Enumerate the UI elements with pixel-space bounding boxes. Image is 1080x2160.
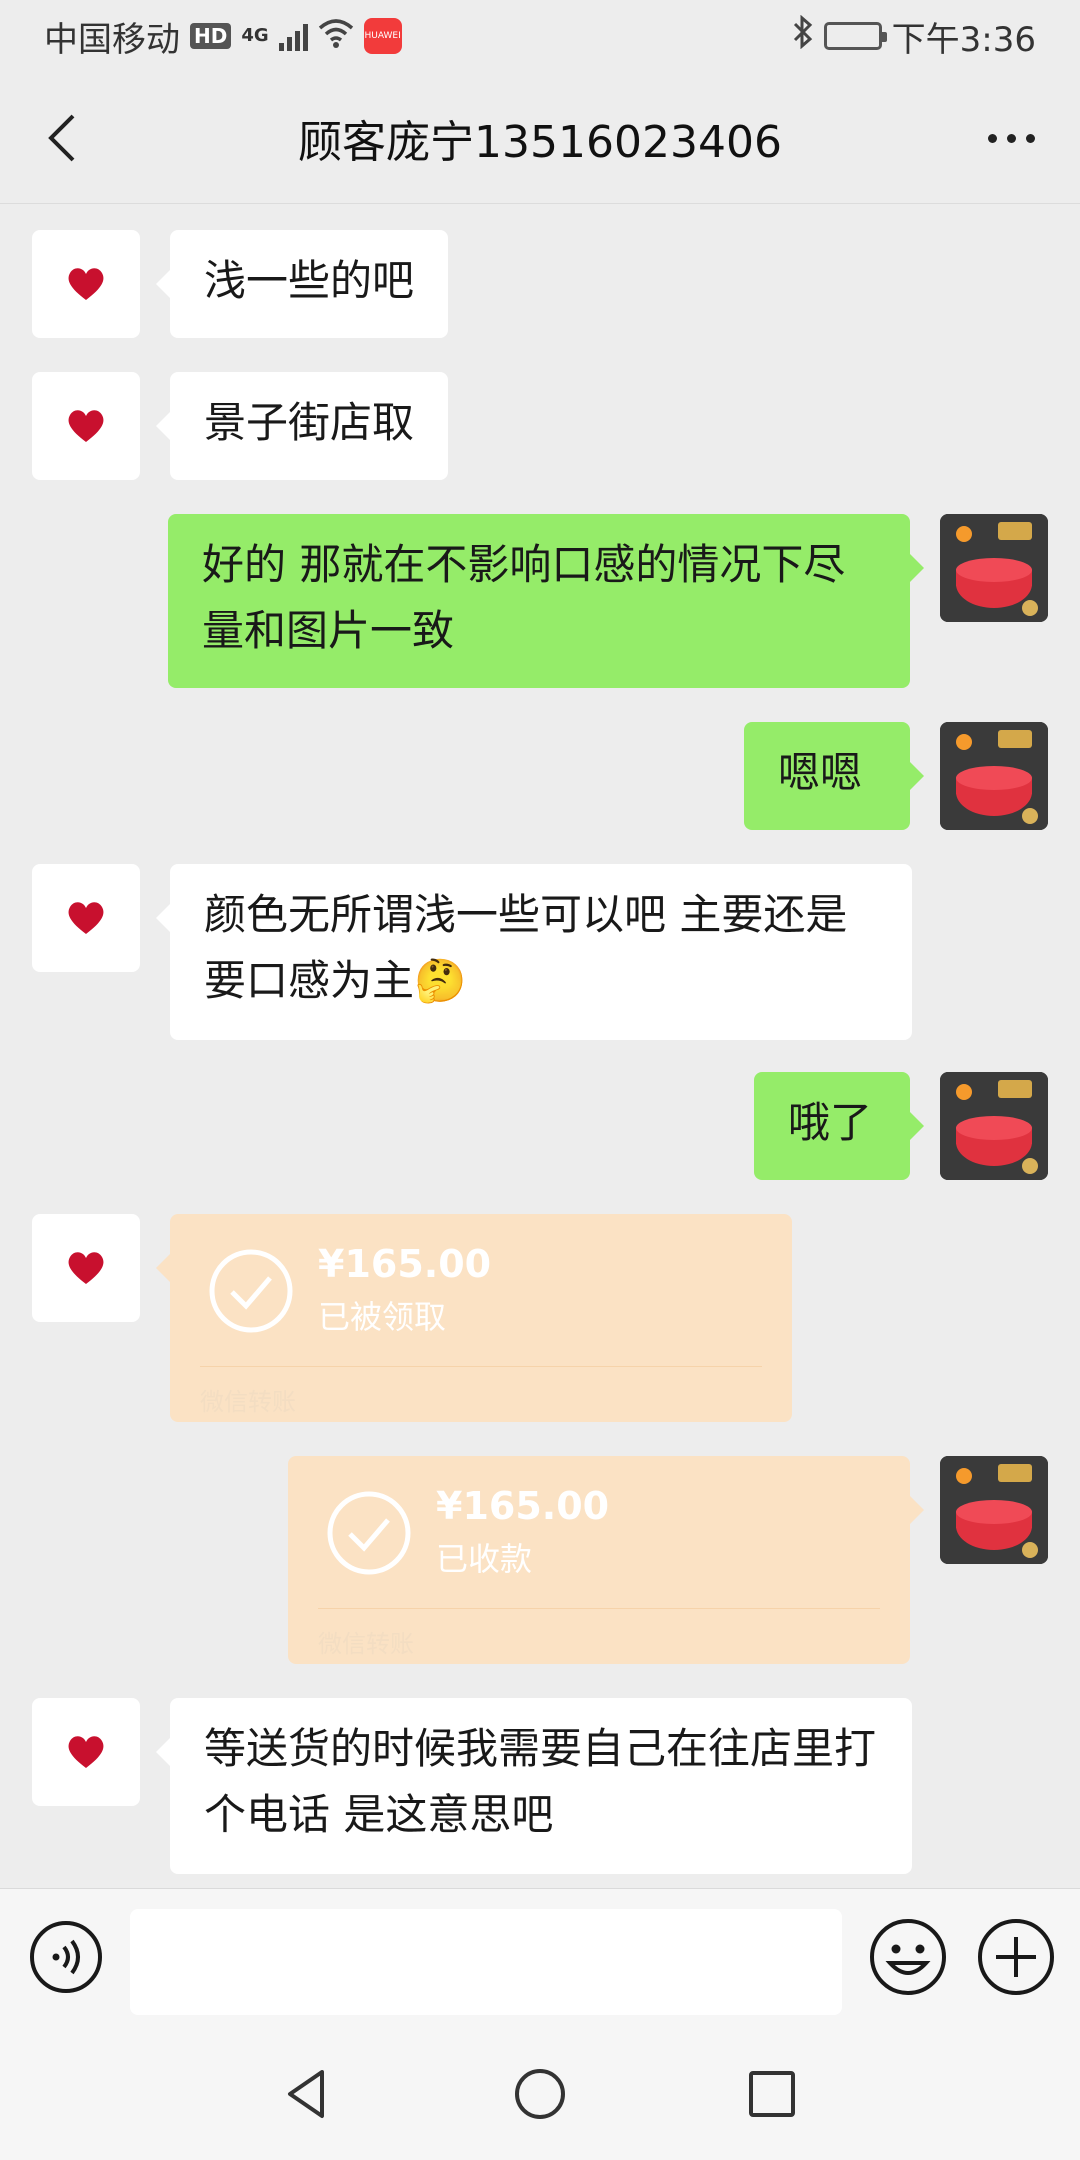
transfer-label: 微信转账 [200,1388,296,1416]
carrier-name: 中国移动 [44,19,180,60]
check-circle-icon [209,1249,293,1333]
voice-icon[interactable] [28,1919,104,1995]
message-text: 好的 那就在不影响口感的情况下尽量和图片一致 [202,540,846,655]
input-bar [0,1888,1080,2022]
message-bubble-incoming[interactable]: 等送货的时候我需要自己在往店里打个电话 是这意思吧 [156,1698,912,1874]
system-navigation-bar [0,2022,1080,2160]
cake-image-icon [940,514,1048,622]
nav-recent-icon[interactable] [744,2066,800,2122]
nav-home-icon[interactable] [512,2066,568,2122]
chat-header: 顾客庞宁13516023406 [0,72,1080,204]
contact-avatar[interactable] [32,1214,140,1322]
cake-image-icon [940,1456,1048,1564]
message-text: 景子街店取 [204,398,415,447]
hd-badge: HD [190,23,232,49]
message-bubble-incoming[interactable]: 景子街店取 [155,372,449,480]
my-avatar[interactable] [940,1456,1048,1564]
contact-avatar[interactable] [32,372,140,480]
heart-icon [68,268,104,300]
message-bubble-outgoing[interactable]: 好的 那就在不影响口感的情况下尽量和图片一致 [168,514,924,688]
heart-icon [68,1252,104,1284]
cake-image-icon [940,722,1048,830]
transfer-amount: ¥165.00 [436,1484,610,1528]
message-bubble-outgoing[interactable]: 嗯嗯 [744,722,924,830]
contact-avatar[interactable] [32,230,140,338]
signal-icon [278,21,308,51]
transfer-card-incoming[interactable]: ¥165.00 已被领取 微信转账 [156,1214,792,1422]
plus-icon[interactable] [976,1917,1056,1997]
check-circle-icon [327,1491,411,1575]
transfer-status: 已被领取 [318,1298,447,1336]
transfer-amount: ¥165.00 [318,1242,492,1286]
my-avatar[interactable] [940,514,1048,622]
message-text: 哦了 [788,1098,873,1147]
message-text: 嗯嗯 [778,748,863,797]
huawei-app-icon: HUAWEI [363,18,402,54]
heart-icon [68,410,104,442]
message-text: 等送货的时候我需要自己在往店里打个电话 是这意思吧 [204,1724,877,1839]
my-avatar[interactable] [940,1072,1048,1180]
chat-title: 顾客庞宁13516023406 [298,116,782,168]
message-text: 浅一些的吧 [204,256,415,305]
status-right: 下午3:36 [792,12,1036,61]
transfer-status: 已收款 [436,1540,533,1578]
divider [318,1608,880,1609]
transfer-card-outgoing[interactable]: ¥165.00 已收款 微信转账 [288,1456,924,1664]
message-bubble-incoming[interactable]: 颜色无所谓浅一些可以吧 主要还是要口感为主🤔 [156,864,912,1040]
heart-icon [68,1736,104,1768]
cake-image-icon [940,1072,1048,1180]
emoji-icon[interactable] [868,1917,948,1997]
transfer-label: 微信转账 [318,1630,414,1658]
message-input[interactable] [130,1909,842,2015]
bluetooth-icon [792,14,814,57]
battery-icon [823,22,887,50]
clock: 下午3:36 [891,19,1036,60]
message-bubble-outgoing[interactable]: 哦了 [754,1072,924,1180]
wifi-icon [318,18,354,55]
contact-avatar[interactable] [32,864,140,972]
message-bubble-incoming[interactable]: 浅一些的吧 [155,230,449,338]
contact-avatar[interactable] [32,1698,140,1806]
my-avatar[interactable] [940,722,1048,830]
status-bar: 中国移动 HD 4G HUAWEI 下午3:36 [0,0,1080,72]
heart-icon [68,902,104,934]
divider [200,1366,762,1367]
message-text: 颜色无所谓浅一些可以吧 主要还是要口感为主🤔 [204,890,848,1005]
nav-back-icon[interactable] [280,2066,336,2122]
network-type: 4G [241,25,269,46]
status-left: 中国移动 HD 4G HUAWEI [44,12,402,61]
more-dots-icon[interactable] [976,116,1046,160]
back-chevron-icon[interactable] [34,110,90,166]
